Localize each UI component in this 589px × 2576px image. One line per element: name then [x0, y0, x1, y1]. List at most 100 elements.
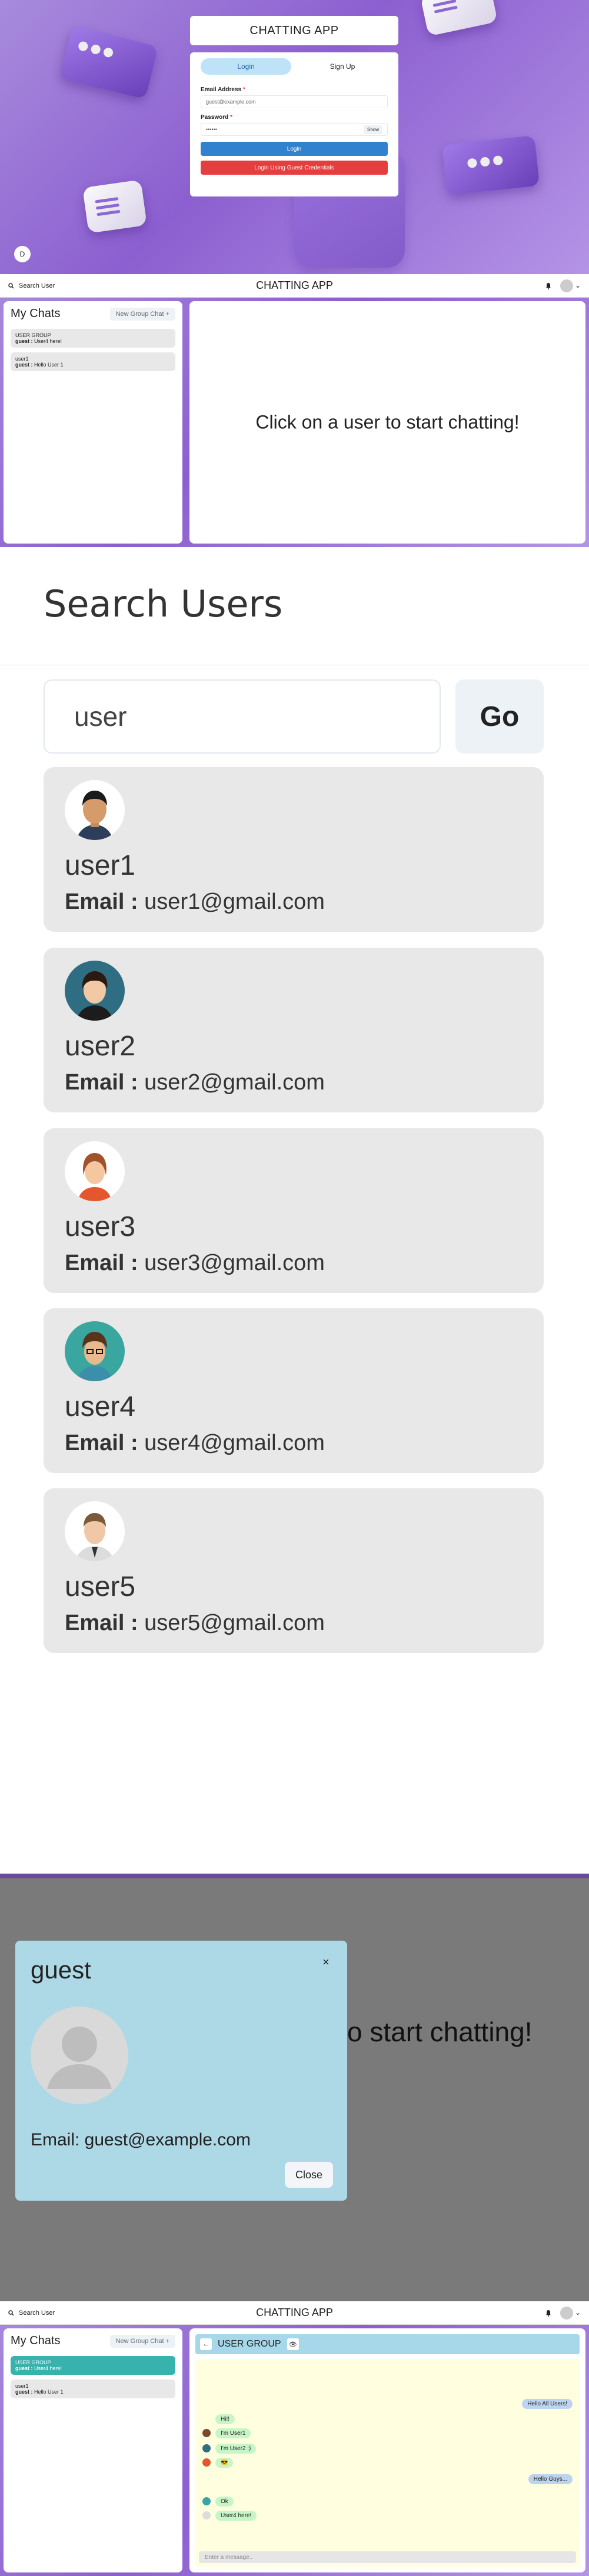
- close-button[interactable]: Close: [285, 2162, 333, 2188]
- sender-avatar: [202, 2497, 211, 2505]
- search-user-label: Search User: [19, 282, 55, 289]
- chevron-down-icon: ⌄: [574, 281, 581, 289]
- search-users-drawer: Search Users user Go user1 Email : user1…: [0, 547, 589, 1841]
- message-bubble: I'm User2 :): [215, 2444, 257, 2454]
- profile-menu[interactable]: ⌄: [560, 279, 581, 292]
- overlay-top-edge: [0, 1874, 589, 1878]
- sender-avatar: [202, 2511, 211, 2520]
- chat-item-user-group[interactable]: USER GROUP guest : User4 here!: [11, 329, 175, 348]
- chat-name: user1: [15, 2383, 29, 2389]
- user-result-card[interactable]: user5 Email : user5@gmail.com: [44, 1488, 544, 1653]
- tab-login[interactable]: Login: [201, 58, 291, 75]
- user-name: user5: [65, 1571, 136, 1602]
- go-button[interactable]: Go: [455, 679, 544, 754]
- password-field[interactable]: •••••• Show: [201, 123, 388, 136]
- chevron-down-icon: ⌄: [574, 2308, 581, 2317]
- user-email: Email : user4@gmail.com: [65, 1431, 325, 1455]
- user-avatar: [65, 1501, 125, 1561]
- message-bubble: Hi!!: [215, 2414, 235, 2424]
- user-result-card[interactable]: user1 Email : user1@gmail.com: [44, 767, 544, 932]
- avatar-icon: [560, 279, 573, 292]
- profile-name: guest: [31, 1956, 91, 1984]
- chat-box: Click on a user to start chatting!: [189, 301, 585, 544]
- password-label: Password *: [201, 114, 232, 121]
- search-user-label: Search User: [19, 2309, 55, 2317]
- message-bubble: User4 here!: [215, 2511, 257, 2521]
- user-name: user1: [65, 850, 136, 881]
- message-bubble: 😎: [215, 2458, 234, 2468]
- group-chat-screen: Search User CHATTING APP ⌄ My Chats New …: [0, 2301, 589, 2576]
- chat-name: USER GROUP: [15, 2360, 51, 2365]
- chat-sender: guest :: [15, 2365, 33, 2371]
- top-bar: Search User CHATTING APP ⌄: [0, 274, 589, 298]
- user-name: user2: [65, 1031, 136, 1062]
- tab-sign-up[interactable]: Sign Up: [297, 58, 388, 75]
- chat-bubble-decoration: [420, 0, 498, 36]
- login-button[interactable]: Login: [201, 142, 388, 156]
- app-title: CHATTING APP: [190, 16, 398, 45]
- profile-modal-screen: o start chatting! guest × Email: guest@e…: [0, 1874, 589, 2301]
- close-icon[interactable]: ×: [322, 1956, 330, 1970]
- message-bubble: Hello All Users!: [522, 2399, 573, 2409]
- search-user-button[interactable]: Search User: [8, 2310, 55, 2317]
- user-result-card[interactable]: user2 Email : user2@gmail.com: [44, 948, 544, 1112]
- my-chats-heading: My Chats: [11, 2334, 61, 2347]
- chat-bubble-decoration: [82, 179, 147, 234]
- back-arrow-icon[interactable]: ←: [200, 2338, 212, 2350]
- top-bar: Search User CHATTING APP ⌄: [0, 2301, 589, 2325]
- chat-item-user1[interactable]: user1 guest : Hello User 1: [11, 2380, 175, 2398]
- user-avatar: [65, 961, 125, 1021]
- bell-icon[interactable]: [545, 2310, 552, 2317]
- chat-bubble-decoration: [441, 135, 540, 196]
- email-field[interactable]: guest@example.com: [201, 95, 388, 108]
- sender-avatar: [202, 2444, 211, 2452]
- profile-avatar: [31, 2007, 128, 2104]
- chat-last-message: Hello User 1: [34, 2389, 64, 2395]
- guest-login-button[interactable]: Login Using Guest Credentials: [201, 161, 388, 175]
- user-avatar: [65, 780, 125, 840]
- chat-sender: guest :: [15, 2389, 33, 2395]
- chat-bubble-decoration: [59, 25, 158, 99]
- message-bubble: I'm User1: [215, 2428, 251, 2438]
- chat-sender: guest :: [15, 362, 33, 368]
- chat-title: USER GROUP: [218, 2339, 281, 2349]
- message-input[interactable]: Enter a message..: [199, 2551, 576, 2563]
- search-icon: [8, 2310, 14, 2316]
- new-group-chat-button[interactable]: New Group Chat +: [109, 2334, 175, 2348]
- sender-avatar: [202, 2458, 211, 2467]
- user-result-card[interactable]: user4 Email : user4@gmail.com: [44, 1308, 544, 1473]
- user-email: Email : user5@gmail.com: [65, 1611, 325, 1635]
- chat-header: ← USER GROUP 👁: [195, 2334, 580, 2354]
- chat-last-message: Hello User 1: [34, 362, 64, 368]
- user-name: user3: [65, 1211, 136, 1242]
- my-chats-panel: My Chats New Group Chat + USER GROUP gue…: [4, 2328, 182, 2572]
- chat-last-message: User4 here!: [34, 338, 62, 344]
- profile-modal: guest × Email: guest@example.com Close: [15, 1941, 347, 2201]
- chat-sender: guest :: [15, 338, 33, 344]
- search-user-button[interactable]: Search User: [8, 282, 55, 289]
- chat-name: user1: [15, 356, 29, 362]
- corner-badge-icon[interactable]: D: [14, 246, 31, 262]
- user-avatar: [65, 1321, 125, 1381]
- drawer-title: Search Users: [44, 582, 283, 625]
- chat-item-user1[interactable]: user1 guest : Hello User 1: [11, 352, 175, 371]
- avatar-icon: [560, 2306, 573, 2320]
- my-chats-panel: My Chats New Group Chat + USER GROUP gue…: [4, 301, 182, 544]
- show-password-button[interactable]: Show: [363, 125, 382, 134]
- login-screen: CHATTING APP Login Sign Up Email Address…: [0, 0, 589, 274]
- user-email: Email : user1@gmail.com: [65, 889, 325, 914]
- view-group-eye-icon[interactable]: 👁: [287, 2338, 299, 2350]
- search-input[interactable]: user: [44, 679, 441, 754]
- profile-menu[interactable]: ⌄: [560, 2306, 581, 2320]
- app-title: CHATTING APP: [256, 2307, 333, 2318]
- profile-email: Email: guest@example.com: [31, 2130, 251, 2150]
- new-group-chat-button[interactable]: New Group Chat +: [109, 307, 175, 321]
- chat-home-screen: Search User CHATTING APP ⌄ My Chats New …: [0, 274, 589, 547]
- chat-box: ← USER GROUP 👁 Hello All Users! Hi!! I'm…: [189, 2328, 585, 2572]
- user-email: Email : user3@gmail.com: [65, 1251, 325, 1275]
- messages-area: Hello All Users! Hi!! I'm User1 I'm User…: [195, 2359, 580, 2567]
- chat-item-user-group[interactable]: USER GROUP guest : User4 here!: [11, 2356, 175, 2375]
- user-avatar: [65, 1141, 125, 1201]
- bell-icon[interactable]: [545, 282, 552, 289]
- user-result-card[interactable]: user3 Email : user3@gmail.com: [44, 1128, 544, 1293]
